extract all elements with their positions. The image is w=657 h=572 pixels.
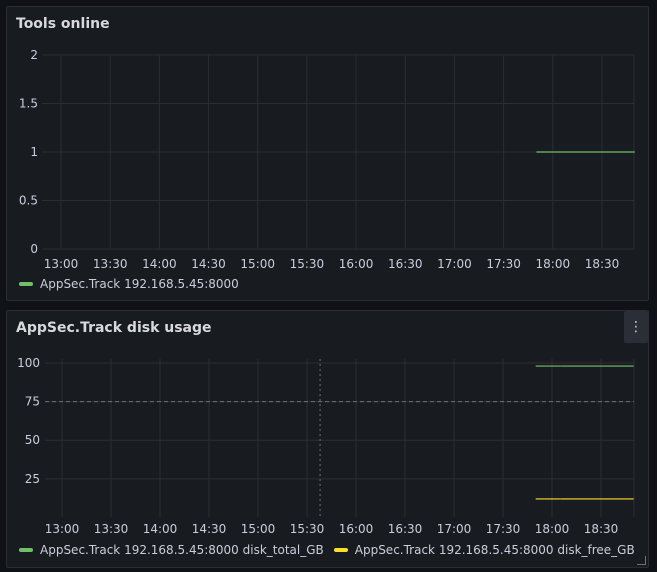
x-tick-label: 15:30 bbox=[290, 257, 325, 271]
legend-label: AppSec.Track 192.168.5.45:8000 bbox=[40, 277, 239, 291]
legend-swatch bbox=[333, 548, 348, 552]
x-tick-label: 13:00 bbox=[44, 257, 79, 271]
disk-usage-panel: AppSec.Track disk usage ⋮ 13:00 13:30 14:0… bbox=[6, 310, 649, 568]
chart-legend: AppSec.Track 192.168.5.45:8000 disk_tota… bbox=[19, 543, 645, 557]
chart-legend: AppSec.Track 192.168.5.45:8000 bbox=[19, 277, 249, 291]
y-tick-label: 75 bbox=[25, 395, 40, 409]
legend-label: AppSec.Track 192.168.5.45:8000 disk_tota… bbox=[40, 543, 324, 557]
y-tick-label: 50 bbox=[25, 433, 40, 447]
x-tick-label: 13:30 bbox=[93, 257, 128, 271]
x-tick-label: 16:30 bbox=[388, 522, 423, 536]
y-tick-label: 0 bbox=[30, 242, 38, 256]
legend-item[interactable]: AppSec.Track 192.168.5.45:8000 disk_free… bbox=[333, 543, 635, 557]
y-tick-label: 100 bbox=[17, 356, 40, 370]
x-tick-label: 18:00 bbox=[536, 257, 571, 271]
disk-usage-chart[interactable]: 13:00 13:30 14:00 14:30 15:00 15:30 16:00 16:30… bbox=[7, 311, 650, 569]
legend-item[interactable]: AppSec.Track 192.168.5.45:8000 disk_tota… bbox=[19, 543, 324, 557]
x-tick-label: 16:00 bbox=[339, 257, 374, 271]
tools-online-panel: Tools online 13:00 13:30 14:00 14:30 15:00 15… bbox=[6, 6, 649, 301]
x-tick-label: 15:00 bbox=[240, 257, 275, 271]
y-tick-label: 1.5 bbox=[19, 97, 38, 111]
legend-swatch bbox=[19, 282, 33, 286]
legend-swatch bbox=[19, 548, 33, 552]
panel-resize-handle[interactable] bbox=[637, 556, 646, 565]
x-tick-label: 18:30 bbox=[585, 257, 620, 271]
x-tick-label: 18:00 bbox=[535, 522, 570, 536]
legend-item[interactable]: AppSec.Track 192.168.5.45:8000 bbox=[19, 277, 239, 291]
x-tick-label: 15:00 bbox=[241, 522, 276, 536]
y-tick-label: 1 bbox=[30, 145, 38, 159]
y-tick-label: 25 bbox=[25, 472, 40, 486]
tools-online-chart[interactable]: 13:00 13:30 14:00 14:30 15:00 15:30 16:00 16:30… bbox=[7, 7, 650, 302]
x-tick-label: 14:00 bbox=[143, 522, 178, 536]
x-tick-label: 13:30 bbox=[94, 522, 129, 536]
y-tick-label: 0.5 bbox=[19, 194, 38, 208]
x-tick-label: 17:30 bbox=[486, 522, 521, 536]
x-tick-label: 16:30 bbox=[388, 257, 423, 271]
x-tick-label: 17:30 bbox=[486, 257, 521, 271]
y-tick-label: 2 bbox=[30, 48, 38, 62]
x-tick-label: 13:00 bbox=[45, 522, 80, 536]
x-tick-label: 18:30 bbox=[584, 522, 619, 536]
legend-label: AppSec.Track 192.168.5.45:8000 disk_free… bbox=[354, 543, 635, 557]
x-tick-label: 17:00 bbox=[437, 522, 472, 536]
x-tick-label: 17:00 bbox=[437, 257, 472, 271]
x-tick-label: 14:00 bbox=[142, 257, 177, 271]
x-tick-label: 14:30 bbox=[191, 257, 226, 271]
x-tick-label: 14:30 bbox=[192, 522, 227, 536]
x-tick-label: 16:00 bbox=[339, 522, 374, 536]
x-tick-label: 15:30 bbox=[290, 522, 325, 536]
